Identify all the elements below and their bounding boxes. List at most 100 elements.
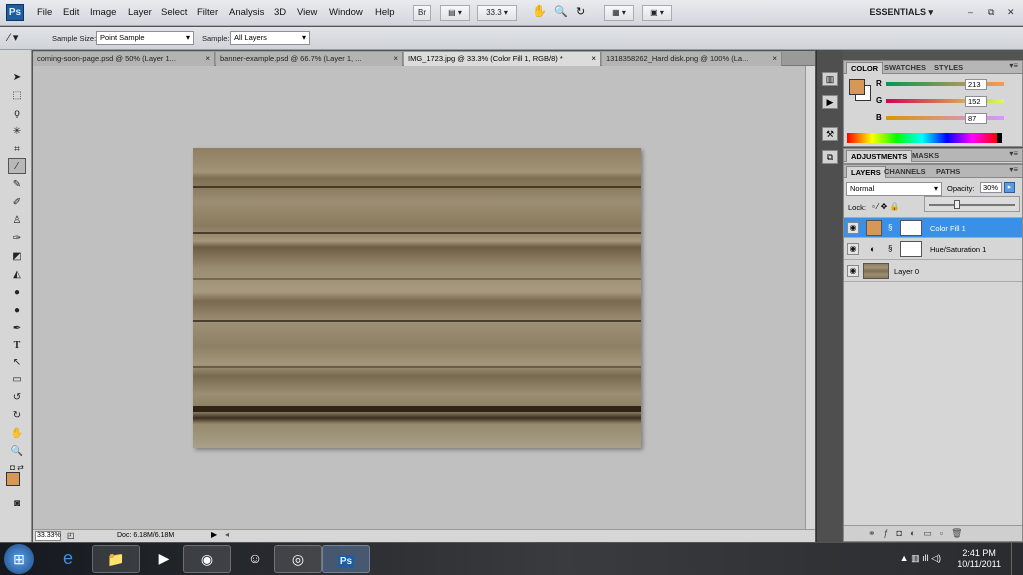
blur-tool-icon[interactable]: ●	[8, 285, 26, 301]
blue-value[interactable]: 87	[965, 113, 987, 124]
canvas-area[interactable]	[33, 66, 805, 529]
magic-wand-tool-icon[interactable]: ✳	[8, 124, 26, 140]
3d-rotate-tool-icon[interactable]: ↺	[8, 390, 26, 406]
menu-edit[interactable]: Edit	[63, 7, 79, 18]
lasso-tool-icon[interactable]: ϙ	[8, 106, 26, 122]
hand-tool-panel-icon[interactable]: ✋	[8, 426, 26, 442]
marquee-tool-icon[interactable]: ⬚	[8, 88, 26, 104]
firefox-icon[interactable]: ◉	[183, 545, 231, 573]
panel-menu-icon[interactable]: ▾≡	[1009, 149, 1018, 158]
photoshop-taskbar-icon[interactable]: Ps	[322, 545, 370, 573]
tab-coming-soon[interactable]: coming-soon-page.psd @ 50% (Layer 1... ×	[33, 52, 215, 66]
green-value[interactable]: 152	[965, 96, 987, 107]
tab-img-1723[interactable]: IMG_1723.jpg @ 33.3% (Color Fill 1, RGB/…	[404, 52, 601, 66]
opacity-slider-thumb[interactable]	[954, 200, 960, 209]
minimize-button[interactable]: –	[968, 7, 973, 17]
zoom-tool-icon[interactable]: 🔍	[554, 5, 568, 18]
tab-paths[interactable]: PATHS	[932, 166, 964, 178]
sample-select[interactable]: All Layers	[230, 31, 310, 45]
opacity-dropdown-button[interactable]: ▸	[1004, 182, 1015, 193]
screen-mode-button[interactable]: ▣ ▾	[642, 5, 672, 21]
sample-size-select[interactable]: Point Sample	[96, 31, 194, 45]
menu-image[interactable]: Image	[90, 7, 116, 18]
system-tray-icons[interactable]: ▲ ▥ ıll ◁)	[900, 553, 941, 564]
quick-mask-icon[interactable]: ◙	[8, 496, 26, 512]
tab-hard-disk[interactable]: 1318358262_Hard disk.png @ 100% (La... ×	[602, 52, 782, 66]
menu-select[interactable]: Select	[161, 7, 187, 18]
panel-menu-icon[interactable]: ▾≡	[1009, 165, 1018, 174]
close-tab-icon[interactable]: ×	[772, 52, 777, 66]
visibility-eye-icon[interactable]: ◉	[847, 243, 859, 255]
hand-tool-icon[interactable]: ✋	[532, 4, 547, 18]
vertical-scrollbar[interactable]	[805, 66, 815, 529]
status-menu-arrow-icon[interactable]: ▶	[211, 530, 217, 539]
opacity-value[interactable]: 30%	[980, 182, 1002, 193]
color-ramp[interactable]	[847, 133, 997, 143]
menu-filter[interactable]: Filter	[197, 7, 218, 18]
view-extras-button[interactable]: ▤ ▾	[440, 5, 470, 21]
close-button[interactable]: ✕	[1007, 7, 1015, 18]
panel-menu-icon[interactable]: ▾≡	[1009, 61, 1018, 70]
foreground-color-swatch[interactable]	[6, 472, 20, 486]
menu-view[interactable]: View	[297, 7, 317, 18]
link-chain-icon[interactable]: §	[888, 223, 892, 232]
tab-styles[interactable]: STYLES	[930, 62, 967, 74]
eyedropper-tool-preset-icon[interactable]: ⁄ ▾	[8, 31, 18, 44]
close-tab-icon[interactable]: ×	[591, 52, 596, 66]
opacity-popup-slider[interactable]	[924, 196, 1020, 212]
zoom-level-dropdown[interactable]: 33.3 ▾	[477, 5, 517, 21]
chrome-icon[interactable]: ◎	[274, 545, 322, 573]
red-value[interactable]: 213	[965, 79, 987, 90]
close-tab-icon[interactable]: ×	[393, 52, 398, 66]
zoom-tool-panel-icon[interactable]: 🔍	[8, 444, 26, 460]
show-desktop-button[interactable]	[1011, 543, 1023, 575]
layers-footer-buttons[interactable]: ⚭ƒ◘◐▭▫🗑	[844, 525, 1022, 541]
tab-color[interactable]: COLOR	[846, 62, 884, 74]
messenger-icon[interactable]: ☺	[231, 545, 279, 573]
visibility-eye-icon[interactable]: ◉	[847, 265, 859, 277]
actions-panel-icon[interactable]: ▶	[822, 95, 838, 109]
histogram-panel-icon[interactable]: ▥	[822, 72, 838, 86]
wood-texture-image[interactable]	[193, 148, 641, 448]
menu-layer[interactable]: Layer	[128, 7, 152, 18]
lock-icons[interactable]: ▫ ⁄ ✥ 🔒	[872, 202, 900, 211]
zoom-percentage-field[interactable]: 33.33%	[35, 531, 61, 541]
clone-source-icon[interactable]: ⧉	[822, 150, 838, 164]
dodge-tool-icon[interactable]: ●	[8, 303, 26, 319]
healing-brush-tool-icon[interactable]: ✎	[8, 177, 26, 193]
tab-masks[interactable]: MASKS	[908, 150, 943, 162]
tool-presets-icon[interactable]: ⚒	[822, 127, 838, 141]
layer-row[interactable]: ◉ Layer 0	[844, 261, 1022, 282]
eyedropper-tool-icon[interactable]: ⁄	[8, 158, 26, 174]
menu-window[interactable]: Window	[329, 7, 363, 18]
menu-analysis[interactable]: Analysis	[229, 7, 264, 18]
layer-row[interactable]: ◉ ◐ § Hue/Saturation 1	[844, 239, 1022, 260]
crop-tool-icon[interactable]: ⌗	[8, 142, 26, 158]
scroll-left-icon[interactable]: ◂	[225, 530, 229, 539]
start-button[interactable]: ⊞	[4, 544, 34, 574]
menu-help[interactable]: Help	[375, 7, 395, 18]
blend-mode-select[interactable]: Normal	[846, 182, 942, 196]
paint-bucket-tool-icon[interactable]: ◭	[8, 267, 26, 283]
restore-button[interactable]: ⧉	[988, 7, 994, 18]
menu-file[interactable]: File	[37, 7, 52, 18]
path-selection-tool-icon[interactable]: ↖	[8, 355, 26, 371]
clone-stamp-tool-icon[interactable]: ♙	[8, 213, 26, 229]
media-player-icon[interactable]: ▶	[140, 545, 188, 573]
layer-row[interactable]: ◉ § Color Fill 1	[844, 217, 1022, 238]
menu-3d[interactable]: 3D	[274, 7, 286, 18]
move-tool-icon[interactable]: ➤	[8, 70, 26, 86]
bridge-button[interactable]: Br	[413, 5, 431, 21]
3d-orbit-tool-icon[interactable]: ↻	[8, 408, 26, 424]
tab-swatches[interactable]: SWATCHES	[880, 62, 930, 74]
eraser-tool-icon[interactable]: ◩	[8, 249, 26, 265]
file-explorer-icon[interactable]: 📁	[92, 545, 140, 573]
visibility-eye-icon[interactable]: ◉	[847, 222, 859, 234]
arrange-documents-button[interactable]: ▦ ▾	[604, 5, 634, 21]
link-chain-icon[interactable]: §	[888, 244, 892, 253]
brush-tool-icon[interactable]: ✐	[8, 195, 26, 211]
tab-adjustments[interactable]: ADJUSTMENTS	[846, 150, 913, 162]
tab-channels[interactable]: CHANNELS	[880, 166, 930, 178]
tab-banner-example[interactable]: banner-example.psd @ 66.7% (Layer 1, ...…	[216, 52, 403, 66]
type-tool-icon[interactable]: T	[8, 338, 26, 354]
